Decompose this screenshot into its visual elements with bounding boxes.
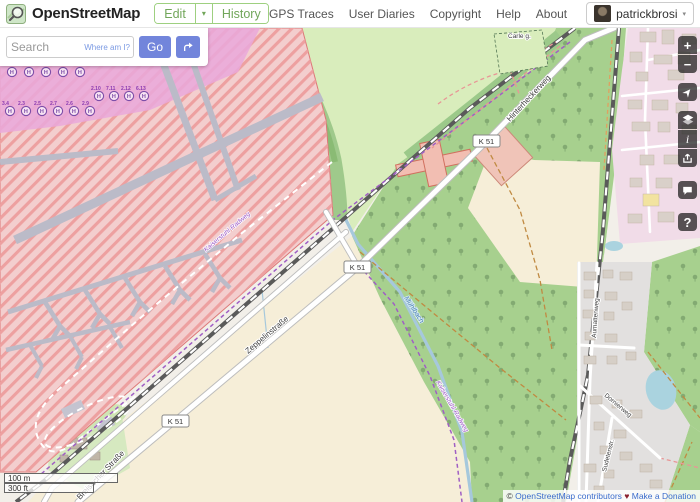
svg-text:H: H <box>78 70 82 76</box>
map-controls: + − i ? <box>678 36 697 233</box>
go-button[interactable]: Go <box>139 36 171 58</box>
svg-text:2.12: 2.12 <box>121 86 131 92</box>
scale-bar: 100 m 300 ft <box>4 473 118 493</box>
user-menu-caret: ▾ <box>682 10 686 18</box>
username: patrickbrosi <box>616 7 677 21</box>
svg-text:2.5: 2.5 <box>34 101 41 107</box>
about-link[interactable]: About <box>536 7 567 21</box>
attribution: © OpenStreetMap contributors ♥ Make a Do… <box>503 490 700 502</box>
svg-text:K 51: K 51 <box>350 263 365 272</box>
layers-button[interactable] <box>678 111 697 129</box>
brand-title: OpenStreetMap <box>32 5 140 22</box>
osm-logo-icon <box>6 4 26 24</box>
note-bubble-icon <box>682 185 693 196</box>
heart-icon: ♥ <box>624 491 629 501</box>
history-button[interactable]: History <box>212 4 269 23</box>
svg-text:H: H <box>72 109 76 115</box>
edit-button[interactable]: Edit <box>155 4 195 23</box>
scale-imperial: 300 ft <box>4 483 94 493</box>
osm-contributors-link[interactable]: OpenStreetMap contributors <box>515 491 622 501</box>
share-button[interactable] <box>678 149 697 167</box>
directions-arrow-icon <box>182 40 194 54</box>
svg-text:H: H <box>142 94 146 100</box>
user-diaries-link[interactable]: User Diaries <box>349 7 415 21</box>
svg-text:Carle g.: Carle g. <box>508 33 531 40</box>
search-field-wrap: Where am I? <box>6 36 134 58</box>
locate-button[interactable] <box>678 83 697 101</box>
user-menu[interactable]: patrickbrosi ▾ <box>586 2 694 25</box>
map-render: H2.4 H4.2 H1.6 H3.5 H2.8 H2.10 H7.11 H2.… <box>0 28 700 502</box>
map-action-buttons: Edit ▾ History Export <box>154 3 269 24</box>
svg-text:H: H <box>27 70 31 76</box>
navbar-links: GPS Traces User Diaries Copyright Help A… <box>269 2 694 25</box>
svg-text:2.10: 2.10 <box>91 86 101 92</box>
svg-text:6.13: 6.13 <box>136 86 146 92</box>
svg-text:H: H <box>112 94 116 100</box>
svg-text:H: H <box>97 94 101 100</box>
info-icon: i <box>686 133 689 145</box>
gps-traces-link[interactable]: GPS Traces <box>269 7 334 21</box>
svg-text:H: H <box>127 94 131 100</box>
svg-text:2.7: 2.7 <box>50 101 57 107</box>
svg-text:3.4: 3.4 <box>2 101 9 107</box>
svg-text:2.9: 2.9 <box>82 101 89 107</box>
question-icon: ? <box>684 216 692 229</box>
help-link[interactable]: Help <box>496 7 521 21</box>
svg-text:H: H <box>61 70 65 76</box>
svg-text:H: H <box>40 109 44 115</box>
add-note-button[interactable] <box>678 181 697 199</box>
query-features-button[interactable]: ? <box>678 213 697 231</box>
scale-metric: 100 m <box>4 473 118 483</box>
svg-text:H: H <box>10 70 14 76</box>
svg-text:H: H <box>56 109 60 115</box>
layers-icon <box>682 114 694 126</box>
zoom-out-button[interactable]: − <box>678 55 697 73</box>
plus-icon: + <box>684 39 692 52</box>
osm-web-app: H2.4 H4.2 H1.6 H3.5 H2.8 H2.10 H7.11 H2.… <box>0 0 700 502</box>
minus-icon: − <box>684 58 692 71</box>
svg-text:H: H <box>44 70 48 76</box>
avatar <box>594 5 611 22</box>
where-am-i-link[interactable]: Where am I? <box>84 43 130 52</box>
svg-text:K 51: K 51 <box>168 417 183 426</box>
map-key-button[interactable]: i <box>678 130 697 148</box>
svg-text:2.3: 2.3 <box>18 101 25 107</box>
map-canvas[interactable]: H2.4 H4.2 H1.6 H3.5 H2.8 H2.10 H7.11 H2.… <box>0 28 700 502</box>
brand[interactable]: OpenStreetMap <box>6 4 140 24</box>
directions-button[interactable] <box>176 36 200 58</box>
donate-link[interactable]: Make a Donation <box>632 491 696 501</box>
svg-text:H: H <box>24 109 28 115</box>
search-panel: Where am I? Go <box>0 28 208 66</box>
svg-text:H: H <box>8 109 12 115</box>
locate-arrow-icon <box>682 87 693 98</box>
svg-text:2.6: 2.6 <box>66 101 73 107</box>
top-navbar: OpenStreetMap Edit ▾ History Export GPS … <box>0 0 700 28</box>
edit-dropdown-caret[interactable]: ▾ <box>195 4 212 23</box>
svg-text:H: H <box>88 109 92 115</box>
copyright-symbol: © <box>507 491 513 501</box>
zoom-in-button[interactable]: + <box>678 36 697 54</box>
share-icon <box>682 153 693 164</box>
copyright-link[interactable]: Copyright <box>430 7 481 21</box>
svg-text:7.11: 7.11 <box>106 86 116 92</box>
svg-text:K 51: K 51 <box>479 137 494 146</box>
